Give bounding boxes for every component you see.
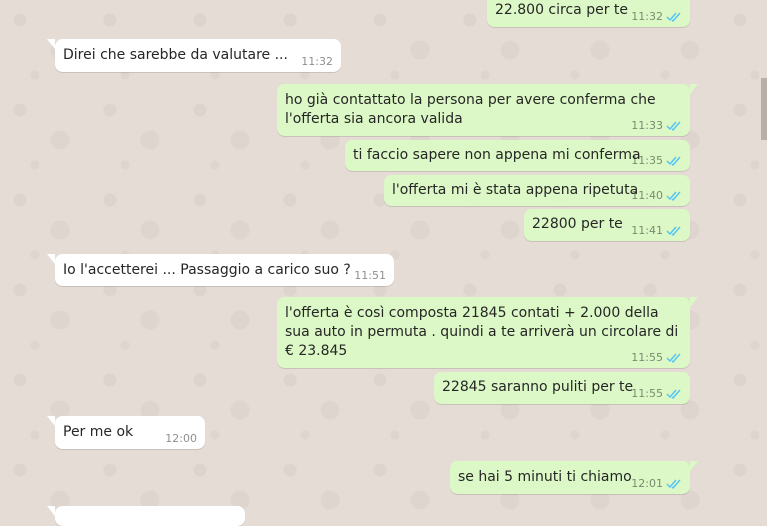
message-text: l'offerta è così composta 21845 contati …	[285, 305, 679, 359]
message-text: 22845 saranno puliti per te	[442, 379, 634, 395]
message-time: 12:00	[165, 432, 197, 445]
message-time: 11:33	[631, 119, 663, 132]
message-time: 11:35	[631, 154, 663, 167]
read-receipt-icon	[666, 389, 681, 399]
message-meta: 12:01	[631, 476, 682, 491]
message-incoming[interactable]: Direi che sarebbe da valutare ... 11:32	[47, 39, 341, 72]
message-incoming[interactable]: Per me ok 12:00	[47, 416, 205, 449]
read-receipt-icon	[666, 121, 681, 131]
bubble-tail	[47, 254, 55, 264]
bubble-tail	[690, 461, 698, 471]
message-text: Per me ok	[63, 424, 134, 440]
message-outgoing[interactable]: ti faccio sapere non appena mi conferma …	[345, 140, 690, 171]
message-text: se hai 5 minuti ti chiamo	[458, 469, 632, 485]
message-text: l'offerta mi è stata appena ripetuta	[392, 182, 639, 198]
bubble-tail	[690, 84, 698, 94]
message-meta: 11:40	[631, 188, 682, 203]
message-time: 11:51	[354, 269, 386, 282]
message-text: Io l'accetterei ... Passaggio a carico s…	[63, 262, 351, 278]
bubble-tail	[47, 39, 55, 49]
message-meta: 11:32	[301, 54, 333, 69]
message-outgoing[interactable]: 22.800 circa per te 11:32	[487, 0, 690, 27]
message-outgoing[interactable]: 22845 saranno puliti per te 11:55	[434, 372, 690, 404]
bubble-tail	[690, 297, 698, 307]
message-outgoing[interactable]: se hai 5 minuti ti chiamo 12:01	[450, 461, 698, 494]
message-meta: 11:32	[631, 9, 682, 24]
read-receipt-icon	[666, 353, 681, 363]
message-outgoing[interactable]: l'offerta è così composta 21845 contati …	[277, 297, 698, 368]
message-time: 12:01	[631, 477, 663, 490]
read-receipt-icon	[666, 156, 681, 166]
message-time: 11:55	[631, 387, 663, 400]
message-outgoing[interactable]: l'offerta mi è stata appena ripetuta 11:…	[384, 175, 690, 206]
message-time: 11:32	[301, 55, 333, 68]
message-outgoing[interactable]: ho già contattato la persona per avere c…	[277, 84, 698, 136]
message-meta: 11:33	[631, 118, 682, 133]
message-time: 11:32	[631, 10, 663, 23]
message-meta: 11:35	[631, 153, 682, 168]
message-outgoing[interactable]: 22800 per te 11:41	[524, 209, 690, 241]
message-incoming[interactable]: Io l'accetterei ... Passaggio a carico s…	[47, 254, 394, 286]
scrollbar-track[interactable]	[761, 0, 767, 513]
bubble-tail	[47, 506, 55, 516]
message-time: 11:40	[631, 189, 663, 202]
message-text: 22800 per te	[532, 216, 623, 232]
message-meta: 11:55	[631, 386, 682, 401]
message-meta: 11:51	[354, 268, 386, 283]
message-meta: 12:00	[165, 431, 197, 446]
scrollbar-thumb[interactable]	[761, 78, 767, 140]
message-time: 11:41	[631, 224, 663, 237]
message-meta: 11:41	[631, 223, 682, 238]
read-receipt-icon	[666, 479, 681, 489]
message-meta: 11:55	[631, 350, 682, 365]
message-text: Direi che sarebbe da valutare ...	[63, 47, 288, 63]
message-incoming-partial[interactable]	[47, 506, 245, 526]
read-receipt-icon	[666, 191, 681, 201]
read-receipt-icon	[666, 12, 681, 22]
message-text: ho già contattato la persona per avere c…	[285, 92, 656, 127]
message-text: 22.800 circa per te	[495, 2, 629, 18]
bubble-tail	[47, 416, 55, 426]
message-time: 11:55	[631, 351, 663, 364]
message-text: ti faccio sapere non appena mi conferma	[353, 147, 641, 163]
read-receipt-icon	[666, 226, 681, 236]
